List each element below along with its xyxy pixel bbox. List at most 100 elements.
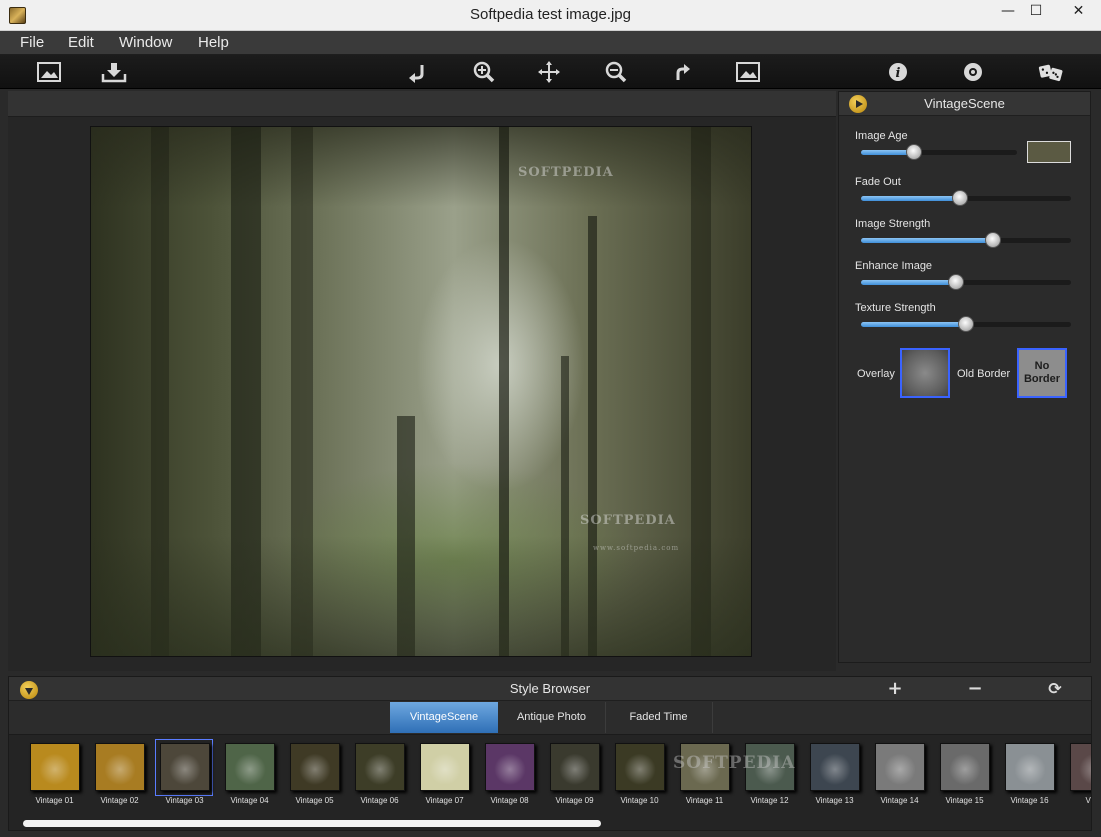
style-preview-image xyxy=(1005,743,1055,791)
style-preview-image xyxy=(550,743,600,791)
style-thumbnail[interactable]: Vintage 07 xyxy=(412,739,477,805)
pan-button[interactable] xyxy=(534,58,564,86)
horizontal-scrollbar[interactable] xyxy=(23,820,1083,828)
zoom-in-button[interactable] xyxy=(469,58,499,86)
image-age-slider[interactable] xyxy=(861,144,1017,160)
style-preview-image xyxy=(810,743,860,791)
style-thumbnail[interactable]: Vintage 05 xyxy=(282,739,347,805)
border-selector-button[interactable]: No Border xyxy=(1017,348,1067,398)
style-preview-image xyxy=(30,743,80,791)
watermark-url: www.softpedia.com xyxy=(593,544,680,552)
border-selector-label: No Border xyxy=(1023,360,1061,385)
overlay-label: Overlay xyxy=(857,368,895,380)
slider-knob[interactable] xyxy=(906,144,923,160)
menu-help[interactable]: Help xyxy=(198,34,229,51)
style-preview-image xyxy=(940,743,990,791)
style-thumbnail-label: Vinta xyxy=(1085,796,1091,805)
menu-bar: File Edit Window Help xyxy=(0,31,1101,55)
edited-photo[interactable]: SOFTPEDIA SOFTPEDIA www.softpedia.com xyxy=(90,126,752,657)
style-thumbnail-label: Vintage 03 xyxy=(165,796,204,805)
canvas-header xyxy=(8,91,836,117)
enhance-image-slider[interactable] xyxy=(861,274,1071,290)
fit-image-icon xyxy=(736,62,760,82)
panel-title: VintageScene xyxy=(924,96,1005,111)
fade-out-slider[interactable] xyxy=(861,190,1071,206)
style-thumbnail-label: Vintage 06 xyxy=(360,796,399,805)
style-thumbnail[interactable]: Vintage 13 xyxy=(802,739,867,805)
tab-faded-time[interactable]: Faded Time xyxy=(605,702,713,733)
style-thumbnails: Vintage 01 Vintage 02 Vintage 03 Vintage 04… xyxy=(9,739,1091,809)
overlay-texture-button[interactable] xyxy=(900,348,950,398)
svg-text:i: i xyxy=(896,66,901,81)
style-thumbnail[interactable]: Vintage 14 xyxy=(867,739,932,805)
panel-header: VintageScene xyxy=(839,92,1090,116)
style-thumbnail-label: Vintage 10 xyxy=(620,796,659,805)
rotate-right-button[interactable] xyxy=(667,58,697,86)
style-preview-image xyxy=(355,743,405,791)
style-preview-image xyxy=(615,743,665,791)
add-icon[interactable]: + xyxy=(886,680,904,698)
scrollbar-thumb[interactable] xyxy=(23,820,601,827)
style-browser-title: Style Browser xyxy=(509,681,591,696)
maximize-button[interactable]: ☐ xyxy=(1020,0,1052,23)
watermark: SOFTPEDIA xyxy=(580,513,676,528)
style-thumbnail[interactable]: Vintage 04 xyxy=(217,739,282,805)
old-border-label: Old Border xyxy=(957,368,1011,380)
slider-knob[interactable] xyxy=(985,232,1002,248)
style-thumbnail[interactable]: Vintage 09 xyxy=(542,739,607,805)
effect-settings-panel: VintageScene Image Age Fade Out Image St… xyxy=(838,91,1091,663)
slider-knob[interactable] xyxy=(947,274,964,290)
style-thumbnail[interactable]: Vintage 03 xyxy=(152,739,217,805)
settings-icon xyxy=(964,63,982,81)
style-thumbnail-label: Vintage 15 xyxy=(945,796,984,805)
slider-label-enhance-image: Enhance Image xyxy=(855,260,933,272)
style-thumbnail[interactable]: Vinta xyxy=(1062,739,1091,805)
style-thumbnail[interactable]: Vintage 06 xyxy=(347,739,412,805)
rotate-left-icon xyxy=(409,65,424,83)
rotate-left-button[interactable] xyxy=(403,58,433,86)
slider-knob[interactable] xyxy=(951,190,968,206)
save-button[interactable] xyxy=(99,58,129,86)
style-thumbnail[interactable]: Vintage 15 xyxy=(932,739,997,805)
texture-strength-slider[interactable] xyxy=(861,316,1071,332)
style-thumbnail-label: Vintage 16 xyxy=(1010,796,1049,805)
style-thumbnail[interactable]: Vintage 10 xyxy=(607,739,672,805)
fit-image-button[interactable] xyxy=(733,58,763,86)
style-thumbnail-label: Vintage 11 xyxy=(685,796,724,805)
slider-knob[interactable] xyxy=(958,316,974,332)
style-thumbnail-label: Vintage 02 xyxy=(100,796,139,805)
style-thumbnail-label: Vintage 08 xyxy=(490,796,529,805)
style-thumbnail[interactable]: Vintage 01 xyxy=(22,739,87,805)
open-image-button[interactable] xyxy=(34,58,64,86)
info-button[interactable]: i xyxy=(883,58,913,86)
style-preview-image xyxy=(160,743,210,791)
style-preview-image xyxy=(875,743,925,791)
menu-edit[interactable]: Edit xyxy=(68,34,94,51)
zoom-out-button[interactable] xyxy=(601,58,631,86)
image-strength-slider[interactable] xyxy=(861,232,1071,248)
style-preview-image xyxy=(225,743,275,791)
style-thumbnail[interactable]: Vintage 08 xyxy=(477,739,542,805)
style-preview-image xyxy=(485,743,535,791)
save-icon xyxy=(101,63,127,83)
style-thumbnail[interactable]: Vintage 16 xyxy=(997,739,1062,805)
slider-label-fade-out: Fade Out xyxy=(855,176,901,188)
tab-vintagescene[interactable]: VintageScene xyxy=(390,702,498,733)
rotate-right-icon xyxy=(676,64,690,80)
menu-window[interactable]: Window xyxy=(119,34,172,51)
style-thumbnail[interactable]: Vintage 02 xyxy=(87,739,152,805)
image-age-color-swatch[interactable] xyxy=(1027,141,1071,163)
close-button[interactable]: ✕ xyxy=(1056,0,1101,23)
zoom-in-icon xyxy=(473,61,495,83)
open-image-icon xyxy=(37,62,61,82)
random-button[interactable] xyxy=(1034,58,1068,86)
settings-button[interactable] xyxy=(958,58,988,86)
style-thumbnail-label: Vintage 12 xyxy=(750,796,789,805)
image-canvas[interactable]: SOFTPEDIA SOFTPEDIA www.softpedia.com xyxy=(8,91,836,671)
tab-antique-photo[interactable]: Antique Photo xyxy=(498,702,606,733)
remove-icon[interactable]: − xyxy=(966,680,984,698)
style-preview-image xyxy=(290,743,340,791)
menu-file[interactable]: File xyxy=(20,34,44,51)
style-preview-image xyxy=(420,743,470,791)
refresh-icon[interactable]: ⟳ xyxy=(1046,680,1064,698)
